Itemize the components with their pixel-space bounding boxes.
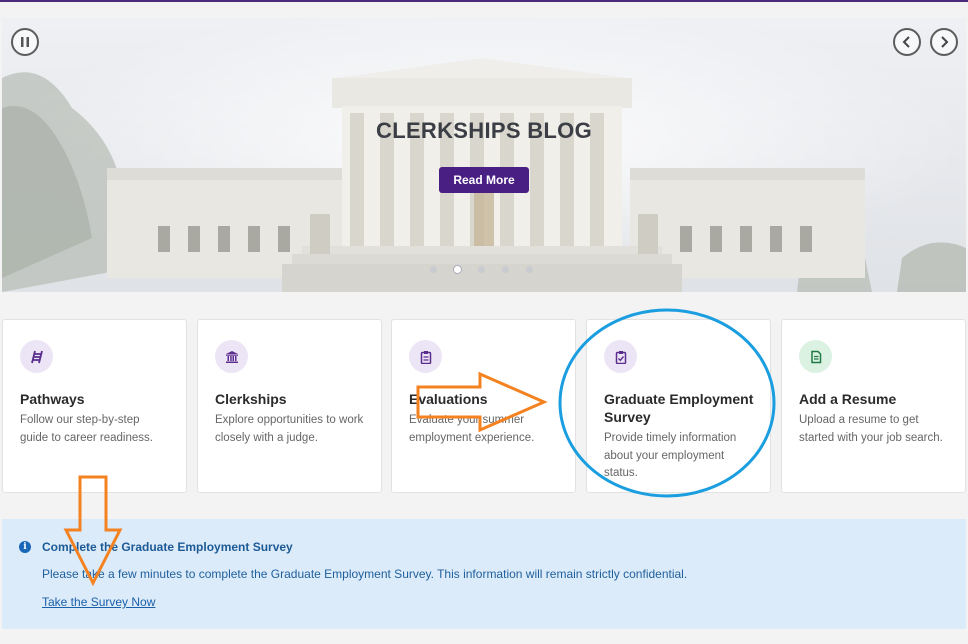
carousel-dot[interactable] — [502, 266, 509, 273]
clipboard-icon — [409, 340, 442, 373]
pause-icon — [21, 37, 29, 47]
card-description: Provide timely information about your em… — [604, 432, 737, 479]
alert-message: Please take a few minutes to complete th… — [42, 567, 688, 581]
document-icon — [799, 340, 832, 373]
card-pathways[interactable]: Pathways Follow our step-by-step guide t… — [2, 319, 187, 493]
card-description: Follow our step-by-step guide to career … — [20, 414, 153, 444]
survey-alert: i Complete the Graduate Employment Surve… — [2, 519, 966, 629]
card-title: Pathways — [20, 391, 85, 407]
card-title: Add a Resume — [799, 391, 897, 407]
alert-title: Complete the Graduate Employment Survey — [42, 540, 293, 554]
card-description: Explore opportunities to work closely wi… — [215, 414, 364, 444]
read-more-button[interactable]: Read More — [439, 167, 529, 193]
previous-slide-button[interactable] — [893, 28, 921, 56]
courthouse-background-image — [2, 18, 966, 292]
card-add-a-resume[interactable]: Add a Resume Upload a resume to get star… — [781, 319, 966, 493]
carousel-dot-active[interactable] — [454, 266, 461, 273]
hero-title: CLERKSHIPS BLOG — [376, 118, 592, 143]
card-title: Graduate Employment Survey — [604, 391, 754, 425]
take-survey-link[interactable]: Take the Survey Now — [42, 595, 155, 609]
card-graduate-employment-survey[interactable]: Graduate Employment Survey Provide timel… — [586, 319, 771, 493]
ladder-icon — [20, 340, 53, 373]
top-border — [0, 0, 968, 2]
clipboard-check-icon — [604, 340, 637, 373]
card-title: Clerkships — [215, 391, 287, 407]
carousel-dot[interactable] — [526, 266, 533, 273]
chevron-right-icon — [941, 36, 949, 48]
courthouse-icon — [215, 340, 248, 373]
card-evaluations[interactable]: Evaluations Evaluate your summer employm… — [391, 319, 576, 493]
pause-button[interactable] — [11, 28, 39, 56]
card-clerkships[interactable]: Clerkships Explore opportunities to work… — [197, 319, 382, 493]
card-description: Evaluate your summer employment experien… — [409, 414, 535, 444]
card-description: Upload a resume to get started with your… — [799, 414, 943, 444]
hero-carousel: CLERKSHIPS BLOG Read More — [2, 18, 966, 292]
card-title: Evaluations — [409, 391, 488, 407]
next-slide-button[interactable] — [930, 28, 958, 56]
carousel-dot[interactable] — [478, 266, 485, 273]
carousel-dot[interactable] — [430, 266, 437, 273]
chevron-left-icon — [902, 36, 910, 48]
info-icon: i — [19, 541, 31, 553]
carousel-indicators — [430, 266, 533, 273]
